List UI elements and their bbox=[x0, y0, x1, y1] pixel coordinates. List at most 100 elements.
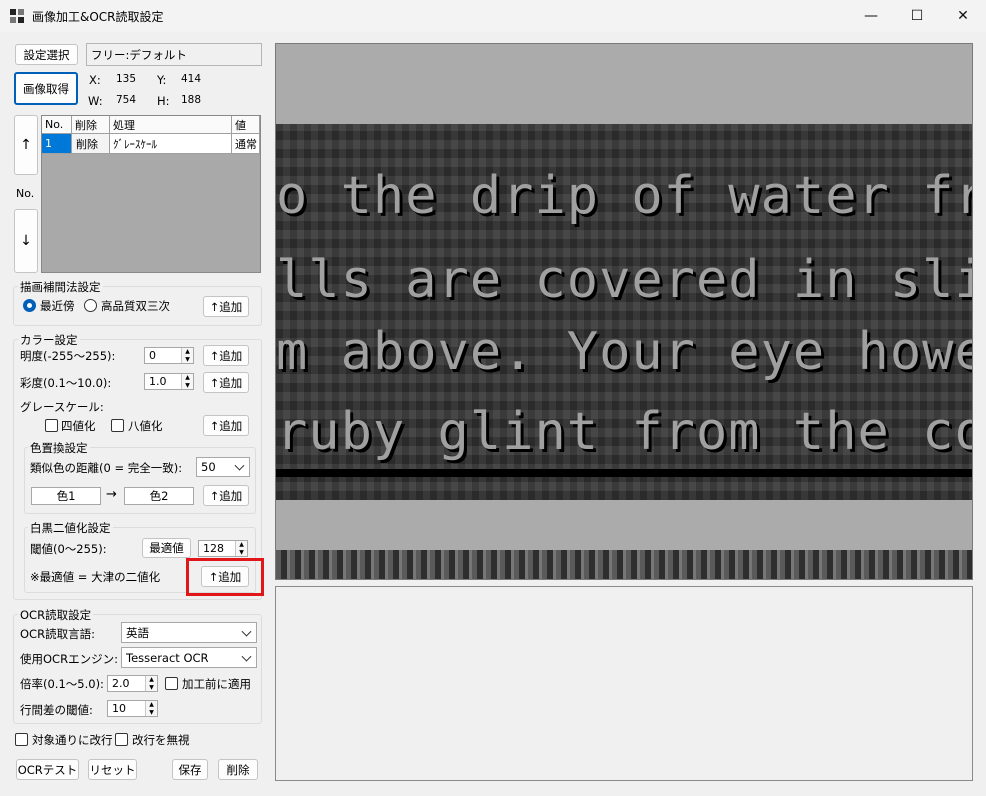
process-table[interactable]: No. 削除 処理 値 1 削除 ｸﾞﾚｰｽｹｰﾙ 通常 bbox=[41, 115, 261, 273]
newline-target-checkbox[interactable] bbox=[15, 733, 28, 746]
line-gap-label: 行間差の閾値: bbox=[20, 703, 93, 717]
table-header-value: 値 bbox=[232, 116, 260, 134]
quad-label: 四値化 bbox=[61, 419, 96, 433]
chevron-down-icon bbox=[234, 460, 245, 471]
nearest-radio[interactable] bbox=[23, 299, 36, 312]
saturation-add-button[interactable]: ↑追加 bbox=[203, 372, 249, 393]
ocr-lang-select[interactable]: 英語 bbox=[121, 622, 257, 643]
ocr-engine-value: Tesseract OCR bbox=[126, 650, 209, 665]
scale-spinner[interactable]: ▲ ▼ bbox=[145, 676, 157, 691]
distance-select[interactable]: 50 bbox=[196, 457, 250, 477]
brightness-input[interactable]: 0 ▲ ▼ bbox=[144, 347, 194, 364]
select-settings-button[interactable]: 設定選択 bbox=[15, 44, 78, 65]
title-bar: 画像加工&OCR読取設定 — ☐ ✕ bbox=[0, 0, 986, 32]
bicubic-radio[interactable] bbox=[84, 299, 97, 312]
threshold-value: 128 bbox=[203, 542, 224, 555]
ocr-lang-label: OCR読取言語: bbox=[20, 627, 95, 641]
scale-value: 2.0 bbox=[112, 677, 130, 690]
binary-title: 白黒二値化設定 bbox=[28, 520, 113, 536]
grayscale-add-button[interactable]: ↑追加 bbox=[203, 415, 249, 436]
x-label: X: bbox=[89, 73, 101, 87]
threshold-label: 閾値(0～255): bbox=[30, 542, 107, 556]
chevron-down-icon bbox=[241, 626, 252, 637]
close-icon[interactable]: ✕ bbox=[940, 0, 986, 32]
table-header-no: No. bbox=[42, 116, 72, 134]
no-label: No. bbox=[16, 187, 35, 200]
h-value: 188 bbox=[181, 94, 202, 106]
saturation-input[interactable]: 1.0 ▲ ▼ bbox=[144, 373, 194, 390]
color1-box[interactable]: 色1 bbox=[31, 487, 101, 505]
apply-before-checkbox[interactable] bbox=[165, 677, 178, 690]
ocr-engine-select[interactable]: Tesseract OCR bbox=[121, 647, 257, 668]
captured-image: o the drip of water from so lls are cove… bbox=[276, 124, 972, 579]
move-up-button[interactable]: ↑ bbox=[14, 115, 38, 175]
line-gap-spinner[interactable]: ▲ ▼ bbox=[145, 701, 157, 716]
ocr-lang-value: 英語 bbox=[126, 625, 149, 640]
x-value: 135 bbox=[116, 73, 137, 85]
table-row-no[interactable]: 1 bbox=[42, 134, 72, 154]
current-profile-field: フリー:デフォルト bbox=[86, 43, 262, 66]
y-label: Y: bbox=[157, 73, 167, 87]
y-value: 414 bbox=[181, 73, 202, 85]
nearest-label: 最近傍 bbox=[40, 299, 75, 313]
newline-target-label: 対象通りに改行 bbox=[32, 733, 113, 747]
window-title: 画像加工&OCR読取設定 bbox=[32, 10, 164, 24]
interp-add-button[interactable]: ↑追加 bbox=[203, 296, 249, 317]
oct-label: 八値化 bbox=[128, 419, 163, 433]
distance-label: 類似色の距離(0 = 完全一致): bbox=[30, 461, 183, 475]
oct-checkbox[interactable] bbox=[111, 419, 124, 432]
app-icon bbox=[10, 9, 24, 23]
highlight-box bbox=[186, 558, 264, 596]
table-header-process: 処理 bbox=[110, 116, 232, 134]
image-text-line: ruby glint from the corner bbox=[276, 402, 972, 462]
brightness-spinner[interactable]: ▲ ▼ bbox=[181, 348, 193, 363]
line-gap-value: 10 bbox=[112, 702, 126, 715]
capture-image-button[interactable]: 画像取得 bbox=[14, 72, 78, 105]
replace-title: 色置換設定 bbox=[28, 440, 90, 456]
brightness-add-button[interactable]: ↑追加 bbox=[203, 345, 249, 366]
maximize-icon[interactable]: ☐ bbox=[894, 0, 940, 32]
image-text-line: o the drip of water from so bbox=[276, 166, 972, 226]
ignore-newline-label: 改行を無視 bbox=[132, 733, 190, 747]
saturation-value: 1.0 bbox=[149, 375, 167, 388]
image-preview[interactable]: o the drip of water from so lls are cove… bbox=[275, 43, 973, 580]
quad-checkbox[interactable] bbox=[45, 419, 58, 432]
line-gap-input[interactable]: 10 ▲ ▼ bbox=[107, 700, 158, 717]
scale-label: 倍率(0.1～5.0): bbox=[20, 677, 104, 691]
bicubic-label: 高品質双三次 bbox=[101, 299, 170, 313]
save-button[interactable]: 保存 bbox=[172, 759, 208, 780]
image-text-line: lls are covered in slime, as a bbox=[276, 250, 972, 310]
saturation-spinner[interactable]: ▲ ▼ bbox=[181, 374, 193, 389]
brightness-label: 明度(-255～255): bbox=[20, 349, 116, 363]
apply-before-label: 加工前に適用 bbox=[182, 677, 251, 691]
replace-arrow: → bbox=[106, 487, 117, 502]
interp-title: 描画補間法設定 bbox=[18, 279, 103, 295]
otsu-note: ※最適値 = 大津の二値化 bbox=[30, 570, 161, 584]
scale-input[interactable]: 2.0 ▲ ▼ bbox=[107, 675, 158, 692]
threshold-spinner[interactable]: ▲ ▼ bbox=[235, 541, 247, 556]
image-text-line: m above. Your eye however i bbox=[276, 322, 972, 382]
ocr-title: OCR読取設定 bbox=[18, 607, 94, 623]
move-down-button[interactable]: ↓ bbox=[14, 209, 38, 273]
chevron-down-icon bbox=[241, 651, 252, 662]
optimal-value-button[interactable]: 最適値 bbox=[142, 538, 191, 558]
ocr-engine-label: 使用OCRエンジン: bbox=[20, 652, 118, 666]
ocr-result-area[interactable] bbox=[275, 586, 973, 781]
w-value: 754 bbox=[116, 94, 137, 106]
color2-box[interactable]: 色2 bbox=[124, 487, 194, 505]
ocr-test-button[interactable]: OCRテスト bbox=[16, 759, 79, 780]
grayscale-label: グレースケール: bbox=[20, 400, 104, 414]
color-title: カラー設定 bbox=[18, 332, 80, 348]
w-label: W: bbox=[88, 94, 103, 108]
image-divider bbox=[276, 469, 972, 477]
table-row-delete-button[interactable]: 削除 bbox=[72, 134, 110, 154]
table-row-process[interactable]: ｸﾞﾚｰｽｹｰﾙ bbox=[110, 134, 232, 154]
threshold-input[interactable]: 128 ▲ ▼ bbox=[198, 540, 248, 557]
image-noise bbox=[276, 550, 972, 579]
minimize-icon[interactable]: — bbox=[848, 0, 894, 32]
reset-button[interactable]: リセット bbox=[88, 759, 137, 780]
table-row-value[interactable]: 通常 bbox=[232, 134, 260, 154]
delete-button[interactable]: 削除 bbox=[218, 759, 258, 780]
replace-add-button[interactable]: ↑追加 bbox=[203, 485, 249, 506]
ignore-newline-checkbox[interactable] bbox=[115, 733, 128, 746]
